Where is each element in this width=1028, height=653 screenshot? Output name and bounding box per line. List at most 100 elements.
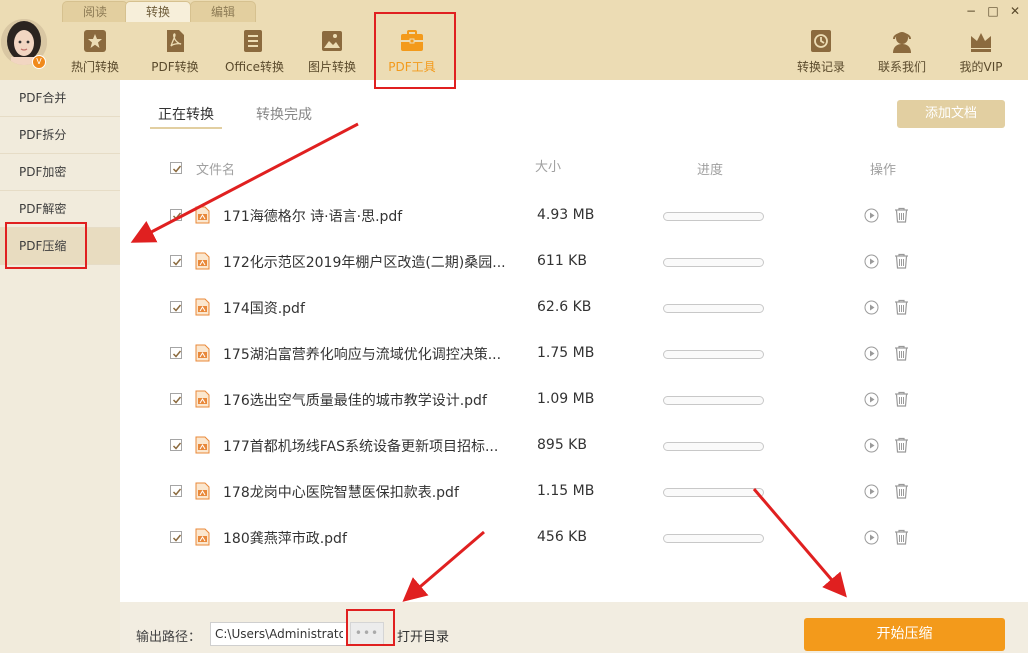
checkmark-icon bbox=[172, 258, 182, 266]
star-icon bbox=[84, 30, 106, 52]
file-checkbox[interactable] bbox=[170, 393, 182, 405]
file-size: 611 KB bbox=[537, 253, 587, 269]
output-path-input[interactable] bbox=[210, 622, 348, 646]
trash-icon[interactable] bbox=[894, 529, 909, 545]
tool-label: Office转换 bbox=[225, 60, 285, 74]
checkmark-icon bbox=[172, 534, 182, 542]
trash-icon[interactable] bbox=[894, 345, 909, 361]
progress-bar bbox=[663, 396, 764, 405]
tab-convert[interactable]: 转换 bbox=[125, 1, 191, 22]
checkmark-icon bbox=[172, 165, 182, 173]
open-directory-link[interactable]: 打开目录 bbox=[397, 626, 449, 645]
file-checkbox[interactable] bbox=[170, 301, 182, 313]
file-size: 456 KB bbox=[537, 529, 587, 545]
file-row: 172化示范区2019年棚户区改造(二期)桑园... 611 KB bbox=[0, 245, 1028, 291]
crown-icon bbox=[971, 33, 991, 52]
trash-icon[interactable] bbox=[894, 299, 909, 315]
start-compress-button[interactable]: 开始压缩 bbox=[804, 618, 1005, 651]
sidebar-item-split[interactable]: PDF拆分 bbox=[0, 117, 120, 154]
file-checkbox[interactable] bbox=[170, 255, 182, 267]
file-size: 895 KB bbox=[537, 437, 587, 453]
file-name: 180龚燕萍市政.pdf bbox=[223, 531, 347, 547]
file-checkbox[interactable] bbox=[170, 209, 182, 221]
file-name: 171海德格尔 诗·语言·思.pdf bbox=[223, 209, 403, 225]
file-row: 178龙岗中心医院智慧医保扣款表.pdf 1.15 MB bbox=[0, 475, 1028, 521]
close-button[interactable]: ✕ bbox=[1008, 4, 1022, 18]
checkmark-icon bbox=[172, 488, 182, 496]
tool-pdf-tools[interactable]: PDF工具 bbox=[388, 28, 436, 76]
progress-bar bbox=[663, 304, 764, 313]
maximize-button[interactable]: □ bbox=[986, 4, 1000, 18]
vip-badge: V bbox=[32, 55, 46, 69]
tool-pdf-convert[interactable]: PDF转换 bbox=[151, 28, 199, 76]
tool-contact[interactable]: 联系我们 bbox=[877, 28, 927, 76]
play-icon[interactable] bbox=[864, 208, 879, 223]
tool-label: PDF转换 bbox=[151, 60, 199, 74]
pdf-file-icon bbox=[195, 482, 210, 500]
checkmark-icon bbox=[172, 396, 182, 404]
tool-label: 热门转换 bbox=[70, 60, 119, 74]
subtab-underline bbox=[150, 127, 222, 129]
file-row: 176选出空气质量最佳的城市教学设计.pdf 1.09 MB bbox=[0, 383, 1028, 429]
file-size: 1.15 MB bbox=[537, 483, 595, 499]
tab-read[interactable]: 阅读 bbox=[62, 1, 128, 22]
play-icon[interactable] bbox=[864, 346, 879, 361]
progress-bar bbox=[663, 350, 764, 359]
trash-icon[interactable] bbox=[894, 253, 909, 269]
play-icon[interactable] bbox=[864, 530, 879, 545]
play-icon[interactable] bbox=[864, 254, 879, 269]
column-header-name: 文件名 bbox=[196, 163, 236, 178]
trash-icon[interactable] bbox=[894, 207, 909, 223]
file-size: 62.6 KB bbox=[537, 299, 592, 315]
file-size: 1.75 MB bbox=[537, 345, 595, 361]
progress-bar bbox=[663, 212, 764, 221]
file-checkbox[interactable] bbox=[170, 485, 182, 497]
minimize-button[interactable]: − bbox=[964, 4, 978, 18]
checkmark-icon bbox=[172, 442, 182, 450]
pdf-file-icon bbox=[195, 252, 210, 270]
file-size: 4.93 MB bbox=[537, 207, 595, 223]
file-size: 1.09 MB bbox=[537, 391, 595, 407]
progress-bar bbox=[663, 258, 764, 267]
add-document-button[interactable]: 添加文档 bbox=[897, 100, 1005, 128]
column-header-action: 操作 bbox=[870, 163, 897, 178]
sidebar-item-merge[interactable]: PDF合并 bbox=[0, 80, 120, 117]
progress-bar bbox=[663, 488, 764, 497]
browse-button[interactable]: ••• bbox=[350, 622, 384, 646]
pdf-file-icon bbox=[195, 206, 210, 224]
tool-image-convert[interactable]: 图片转换 bbox=[307, 28, 357, 76]
file-checkbox[interactable] bbox=[170, 439, 182, 451]
tool-history[interactable]: 转换记录 bbox=[796, 28, 846, 76]
tool-label: 图片转换 bbox=[307, 60, 356, 74]
tool-label: 联系我们 bbox=[877, 60, 926, 74]
play-icon[interactable] bbox=[864, 484, 879, 499]
file-checkbox[interactable] bbox=[170, 347, 182, 359]
tool-office-convert[interactable]: Office转换 bbox=[225, 28, 285, 76]
file-name: 175湖泊富营养化响应与流域优化调控决策... bbox=[223, 347, 502, 363]
trash-icon[interactable] bbox=[894, 391, 909, 407]
column-header-size: 大小 bbox=[535, 160, 562, 175]
subtab-converting[interactable]: 正在转换 bbox=[158, 104, 214, 124]
pdf-icon bbox=[167, 30, 184, 52]
tool-vip[interactable]: 我的VIP bbox=[956, 28, 1006, 76]
file-row: 171海德格尔 诗·语言·思.pdf 4.93 MB bbox=[0, 199, 1028, 245]
toolbox-icon bbox=[401, 30, 423, 51]
file-name: 174国资.pdf bbox=[223, 301, 305, 317]
subtab-completed[interactable]: 转换完成 bbox=[256, 104, 312, 124]
checkmark-icon bbox=[172, 212, 182, 220]
file-checkbox[interactable] bbox=[170, 531, 182, 543]
file-name: 176选出空气质量最佳的城市教学设计.pdf bbox=[223, 393, 487, 409]
progress-bar bbox=[663, 534, 764, 543]
sidebar-item-encrypt[interactable]: PDF加密 bbox=[0, 154, 120, 191]
select-all-checkbox[interactable] bbox=[170, 162, 182, 174]
tool-hot-convert[interactable]: 热门转换 bbox=[70, 28, 120, 76]
file-row: 180龚燕萍市政.pdf 456 KB bbox=[0, 521, 1028, 567]
output-path-label: 输出路径： bbox=[136, 630, 202, 645]
trash-icon[interactable] bbox=[894, 437, 909, 453]
play-icon[interactable] bbox=[864, 438, 879, 453]
trash-icon[interactable] bbox=[894, 483, 909, 499]
play-icon[interactable] bbox=[864, 392, 879, 407]
tab-edit[interactable]: 编辑 bbox=[190, 1, 256, 22]
history-icon bbox=[811, 30, 831, 52]
play-icon[interactable] bbox=[864, 300, 879, 315]
